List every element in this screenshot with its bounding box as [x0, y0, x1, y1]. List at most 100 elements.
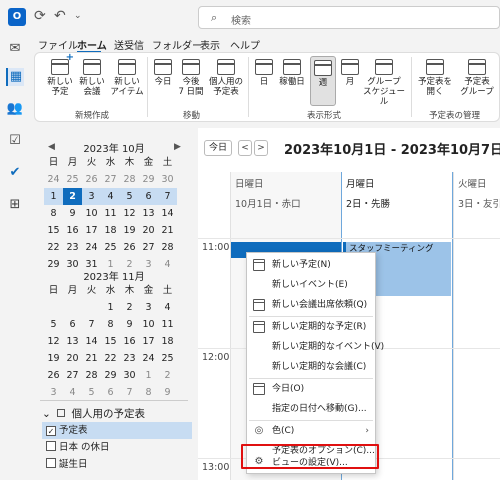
- menu-item-today[interactable]: 今日(O): [247, 379, 375, 399]
- day-cell[interactable]: 6: [63, 316, 82, 333]
- day-cell[interactable]: 3: [44, 384, 63, 401]
- day-cell[interactable]: 7: [120, 384, 139, 401]
- day-cell[interactable]: 9: [120, 316, 139, 333]
- day-cell[interactable]: 29: [139, 171, 158, 188]
- day-cell[interactable]: 4: [158, 299, 177, 316]
- new-appointment-button[interactable]: 新しい 予定: [43, 53, 77, 97]
- next-month-icon[interactable]: ▶: [174, 142, 181, 152]
- menu-item-color[interactable]: ◎ 色(C) ›: [247, 421, 375, 441]
- day-cell[interactable]: 20: [139, 222, 158, 239]
- day-cell[interactable]: 12: [44, 333, 63, 350]
- day-cell[interactable]: 13: [63, 333, 82, 350]
- day-cell[interactable]: 16: [63, 222, 82, 239]
- day-cell[interactable]: 2: [63, 188, 82, 205]
- day-cell[interactable]: 6: [101, 384, 120, 401]
- prev-week-button[interactable]: <: [238, 140, 252, 156]
- day-cell[interactable]: 13: [139, 205, 158, 222]
- tab-view[interactable]: 表示: [200, 37, 220, 52]
- day-cell[interactable]: 21: [82, 350, 101, 367]
- new-meeting-button[interactable]: 新しい 会議: [75, 59, 109, 97]
- day-cell[interactable]: 26: [120, 239, 139, 256]
- day-cell[interactable]: 14: [158, 205, 177, 222]
- day-cell[interactable]: 22: [44, 239, 63, 256]
- day-cell[interactable]: 9: [63, 205, 82, 222]
- month-view-button[interactable]: 月: [339, 59, 361, 87]
- group-checkbox[interactable]: [57, 409, 66, 417]
- expand-icon[interactable]: ⌄: [42, 408, 51, 420]
- new-items-button[interactable]: 新しい アイテム: [107, 59, 147, 97]
- day-column-tuesday[interactable]: 火曜日 3日・友引: [453, 172, 500, 480]
- day-cell[interactable]: [63, 299, 82, 316]
- open-calendar-button[interactable]: 予定表を 開く: [415, 59, 455, 97]
- day-cell[interactable]: 25: [101, 239, 120, 256]
- day-cell[interactable]: 8: [44, 205, 63, 222]
- day-cell[interactable]: 19: [120, 222, 139, 239]
- sync-icon[interactable]: ⟳: [34, 8, 46, 24]
- go-today-button[interactable]: 今日: [204, 140, 232, 156]
- day-cell[interactable]: 27: [63, 367, 82, 384]
- calendar-item-japan-holidays[interactable]: 日本 の休日: [42, 439, 192, 456]
- day-cell[interactable]: 25: [63, 171, 82, 188]
- day-cell[interactable]: 27: [101, 171, 120, 188]
- day-cell[interactable]: 3: [139, 299, 158, 316]
- calendar-icon[interactable]: ▦: [6, 68, 24, 86]
- checkbox[interactable]: [46, 458, 56, 468]
- day-cell[interactable]: 15: [101, 333, 120, 350]
- day-cell[interactable]: 22: [101, 350, 120, 367]
- menu-item-new-recurring-event[interactable]: 新しい定期的なイベント(V): [247, 337, 384, 357]
- day-cell[interactable]: 16: [120, 333, 139, 350]
- calendar-item-birthdays[interactable]: 誕生日: [42, 456, 192, 473]
- day-cell[interactable]: 1: [139, 367, 158, 384]
- day-cell[interactable]: 5: [120, 188, 139, 205]
- day-cell[interactable]: 18: [101, 222, 120, 239]
- day-cell[interactable]: 14: [82, 333, 101, 350]
- day-cell[interactable]: 2: [120, 299, 139, 316]
- day-cell[interactable]: 28: [82, 367, 101, 384]
- day-cell[interactable]: 10: [82, 205, 101, 222]
- day-cell[interactable]: 23: [63, 239, 82, 256]
- apps-icon[interactable]: ⊞: [6, 196, 24, 214]
- day-cell[interactable]: 25: [158, 350, 177, 367]
- day-cell[interactable]: 21: [158, 222, 177, 239]
- chevron-down-icon[interactable]: ⌄: [74, 11, 82, 21]
- tab-file[interactable]: ファイル: [38, 37, 78, 52]
- day-cell[interactable]: 17: [139, 333, 158, 350]
- my-calendars-header[interactable]: ⌄ 個人用の予定表: [42, 406, 145, 421]
- tab-help[interactable]: ヘルプ: [230, 37, 260, 52]
- today-button[interactable]: 今日: [151, 59, 175, 87]
- tab-folder[interactable]: フォルダー: [152, 37, 202, 52]
- day-cell[interactable]: 12: [120, 205, 139, 222]
- day-cell[interactable]: 18: [158, 333, 177, 350]
- day-cell[interactable]: 24: [44, 171, 63, 188]
- tasks-icon[interactable]: ☑: [6, 132, 24, 150]
- day-cell[interactable]: 2: [158, 367, 177, 384]
- day-cell[interactable]: 24: [82, 239, 101, 256]
- day-cell[interactable]: 29: [101, 367, 120, 384]
- work-week-button[interactable]: 稼働日: [277, 59, 307, 87]
- todo-icon[interactable]: ✔: [6, 164, 24, 182]
- day-cell[interactable]: 6: [139, 188, 158, 205]
- search-box[interactable]: ⌕ 検索: [198, 6, 500, 29]
- day-cell[interactable]: 15: [44, 222, 63, 239]
- next-week-button[interactable]: >: [254, 140, 268, 156]
- personal-calendar-button[interactable]: 個人用の 予定表: [207, 59, 245, 97]
- day-cell[interactable]: 26: [44, 367, 63, 384]
- day-cell[interactable]: 20: [63, 350, 82, 367]
- day-cell[interactable]: 17: [82, 222, 101, 239]
- day-cell[interactable]: 23: [120, 350, 139, 367]
- day-cell[interactable]: 10: [139, 316, 158, 333]
- day-cell[interactable]: 4: [63, 384, 82, 401]
- day-cell[interactable]: 5: [44, 316, 63, 333]
- day-cell[interactable]: 30: [158, 171, 177, 188]
- checkbox[interactable]: [46, 441, 56, 451]
- day-cell[interactable]: 8: [101, 316, 120, 333]
- calendar-item-schedule[interactable]: ✓ 予定表: [42, 422, 192, 439]
- search-placeholder[interactable]: 検索: [231, 12, 251, 27]
- group-schedule-button[interactable]: グループ スケジュール: [361, 59, 407, 107]
- day-view-button[interactable]: 日: [253, 59, 275, 87]
- menu-item-go-to-date[interactable]: 指定の日付へ移動(G)...: [247, 399, 375, 419]
- day-cell[interactable]: 5: [82, 384, 101, 401]
- mail-icon[interactable]: ✉: [6, 40, 24, 58]
- day-cell[interactable]: 3: [82, 188, 101, 205]
- day-cell[interactable]: [82, 299, 101, 316]
